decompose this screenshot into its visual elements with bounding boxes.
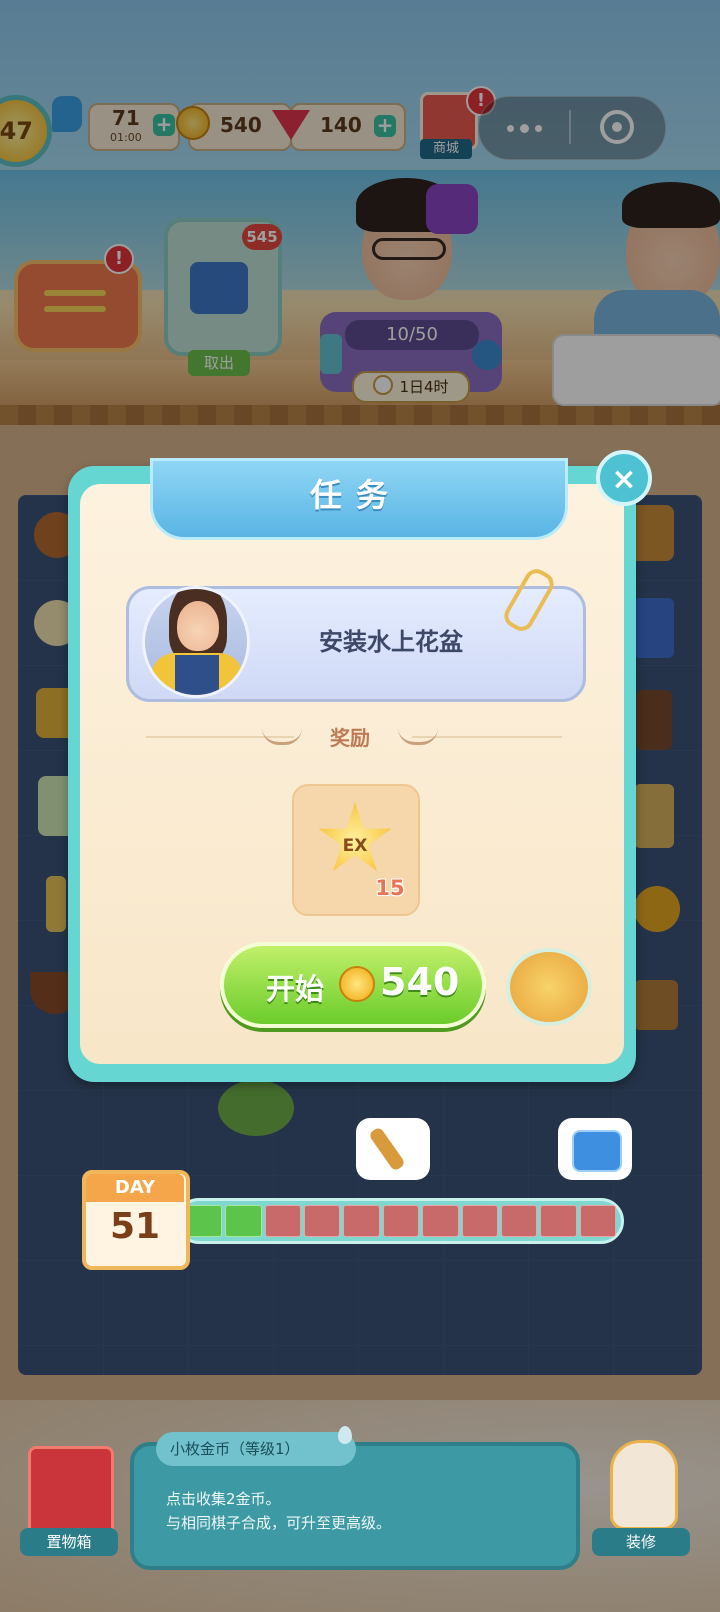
progress-cell	[186, 1205, 223, 1237]
day-number: 51	[109, 1206, 161, 1247]
coin-icon	[339, 966, 375, 1002]
reward-quantity: 15	[375, 876, 405, 900]
progress-cell	[304, 1205, 341, 1237]
item-info-title: 小枚金币（等级1）	[156, 1432, 356, 1466]
progress-cell	[343, 1205, 380, 1237]
task-dialog-title: 任务	[309, 476, 402, 514]
progress-cell	[225, 1205, 262, 1237]
task-name: 安装水上花盆	[319, 628, 463, 656]
item-info-line-1: 点击收集2金币。	[166, 1490, 281, 1508]
progress-cell	[500, 1205, 538, 1237]
progress-cell	[540, 1205, 577, 1237]
task-giver-apron	[175, 655, 219, 695]
progress-cell	[382, 1205, 420, 1237]
decorate-button[interactable]: 装修	[592, 1528, 690, 1556]
spatula-icon	[368, 1126, 406, 1172]
reward-item-label: EX	[342, 836, 368, 856]
storage-box-button[interactable]: 置物箱	[20, 1528, 118, 1556]
item-info-line-2: 与相同棋子合成，可升至更高级。	[166, 1514, 392, 1532]
progress-cell	[579, 1205, 616, 1237]
spatula-reward-bubble[interactable]	[356, 1118, 430, 1180]
task-giver-avatar	[142, 586, 250, 698]
info-drop-icon	[338, 1426, 352, 1444]
storage-box-icon[interactable]	[28, 1446, 114, 1536]
progress-cell	[461, 1205, 498, 1237]
task-giver-face	[177, 601, 219, 651]
decorate-icon[interactable]	[610, 1440, 678, 1530]
progress-cell	[422, 1205, 459, 1237]
start-button-label: 开始	[266, 972, 325, 1006]
progress-cell	[264, 1205, 302, 1237]
flower-pot-icon	[506, 948, 592, 1026]
day-progress-cells	[186, 1205, 616, 1237]
chest-reward-bubble[interactable]	[558, 1118, 632, 1180]
close-button[interactable]: ×	[596, 450, 652, 506]
start-button-price: 540	[380, 960, 460, 1004]
day-label: DAY	[86, 1174, 184, 1202]
treasure-chest-icon	[572, 1130, 622, 1172]
reward-label: 奖励	[330, 726, 370, 750]
